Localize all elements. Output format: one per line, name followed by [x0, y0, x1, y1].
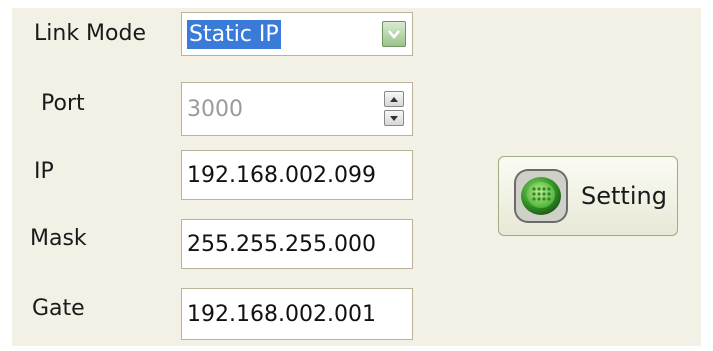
- link-mode-label: Link Mode: [34, 21, 146, 46]
- spinner-up-icon[interactable]: [384, 91, 404, 107]
- chevron-down-icon[interactable]: [382, 21, 406, 47]
- gate-field[interactable]: 192.168.002.001: [181, 288, 413, 340]
- mask-field[interactable]: 255.255.255.000: [181, 219, 413, 269]
- gate-value: 192.168.002.001: [187, 301, 376, 327]
- port-spin-buttons: [384, 91, 404, 126]
- green-grid-icon: [514, 169, 568, 223]
- mask-value: 255.255.255.000: [187, 231, 376, 257]
- mask-label: Mask: [30, 226, 87, 251]
- link-mode-value: Static IP: [187, 19, 281, 49]
- port-value: 3000: [187, 96, 243, 122]
- ip-value: 192.168.002.099: [187, 162, 376, 188]
- link-mode-select[interactable]: Static IP: [181, 12, 413, 56]
- port-spinner[interactable]: 3000: [181, 82, 413, 136]
- network-settings-panel: Link Mode Static IP Port 3000 IP 192.168…: [12, 8, 701, 346]
- spinner-down-icon[interactable]: [384, 110, 404, 126]
- setting-button[interactable]: Setting: [498, 156, 678, 236]
- port-label: Port: [41, 91, 85, 116]
- ip-field[interactable]: 192.168.002.099: [181, 150, 413, 200]
- setting-button-label: Setting: [581, 182, 667, 210]
- gate-label: Gate: [32, 296, 85, 321]
- ip-label: IP: [34, 159, 54, 184]
